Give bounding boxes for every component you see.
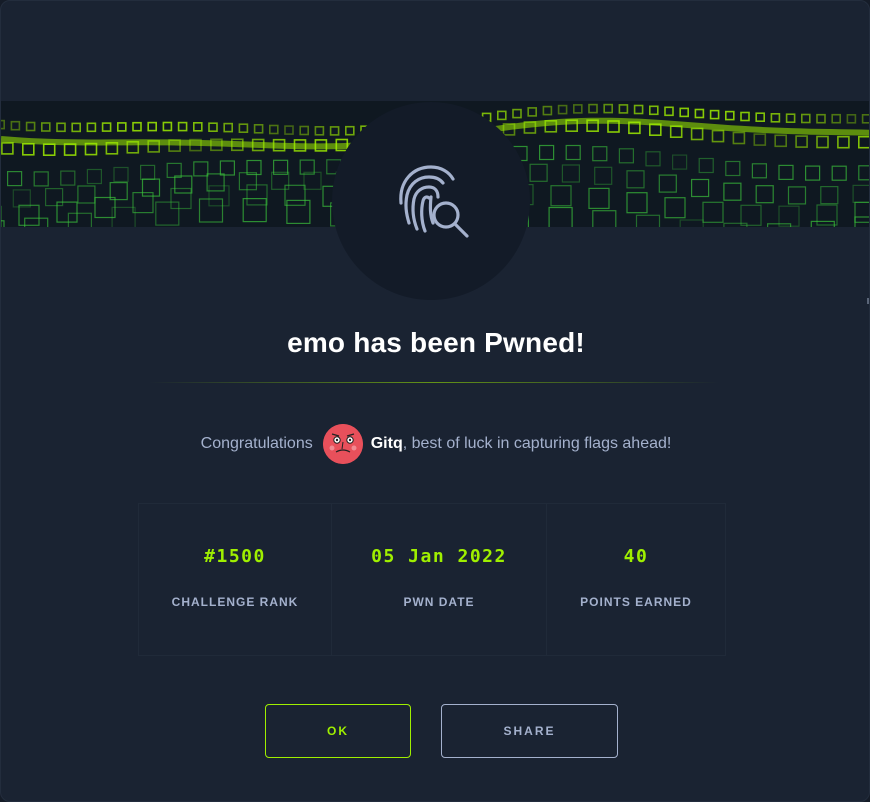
title-divider: [149, 382, 719, 383]
share-button[interactable]: SHARE: [441, 704, 618, 758]
stat-value: 05 Jan 2022: [371, 546, 507, 567]
stat-points-earned: 40 POINTS EARNED: [547, 504, 725, 655]
stat-label: PWN DATE: [403, 595, 475, 609]
congrats-prefix: Congratulations: [200, 435, 313, 452]
username-link[interactable]: Gitq: [371, 435, 403, 453]
fingerprint-search-icon: [399, 165, 469, 238]
pwned-modal: emo has been Pwned! Congratulations Gitq…: [0, 0, 870, 802]
stats-panel: #1500 CHALLENGE RANK 05 Jan 2022 PWN DAT…: [138, 503, 726, 656]
ok-button[interactable]: OK: [265, 704, 411, 758]
stat-label: CHALLENGE RANK: [171, 595, 299, 609]
congrats-message: Congratulations Gitq , best of luck in c…: [1, 424, 869, 464]
stat-challenge-rank: #1500 CHALLENGE RANK: [139, 504, 332, 655]
congrats-suffix: , best of luck in capturing flags ahead!: [402, 435, 672, 452]
stat-label: POINTS EARNED: [580, 595, 692, 609]
stat-value: 40: [623, 546, 649, 567]
avatar[interactable]: [322, 424, 363, 464]
stat-pwn-date: 05 Jan 2022 PWN DATE: [332, 504, 547, 655]
stat-value: #1500: [204, 546, 266, 567]
challenge-badge: [332, 102, 530, 300]
page-title: emo has been Pwned!: [287, 327, 585, 358]
